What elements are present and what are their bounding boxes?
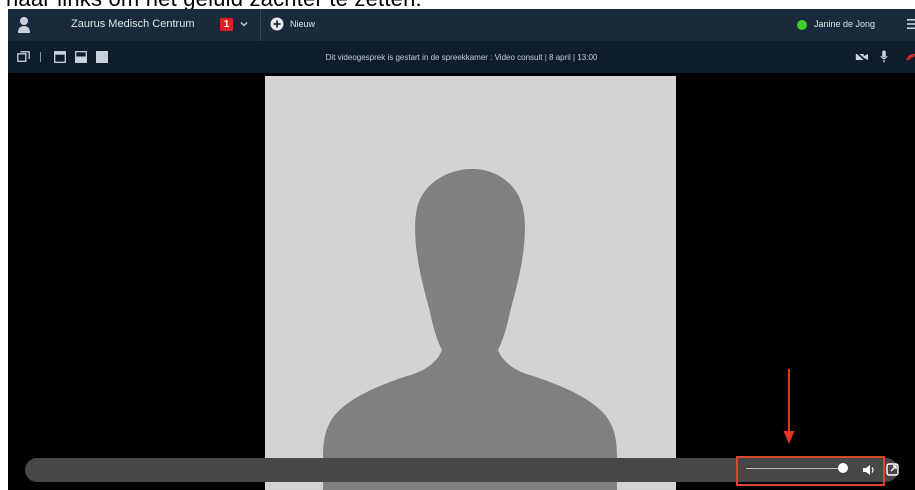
top-navigation-bar: Zaurus Medisch Centrum 1 Nieuw Janine de…	[8, 9, 915, 41]
call-toolbar: Dit videogesprek is gestart in de spreek…	[8, 41, 915, 73]
volume-highlight-box	[736, 456, 885, 486]
plus-circle-icon[interactable]	[270, 17, 284, 31]
camera-off-icon[interactable]	[855, 51, 869, 63]
remote-video-feed	[265, 76, 676, 490]
call-status-notice: Dit videogesprek is gestart in de spreek…	[325, 53, 598, 62]
video-consult-app: Zaurus Medisch Centrum 1 Nieuw Janine de…	[8, 9, 915, 490]
divider	[260, 9, 261, 41]
clinic-name[interactable]: Zaurus Medisch Centrum	[71, 18, 195, 30]
new-button[interactable]: Nieuw	[290, 19, 315, 29]
online-status-indicator	[797, 20, 807, 30]
chevron-down-icon[interactable]	[239, 19, 249, 29]
person-silhouette	[323, 169, 617, 490]
popout-window-icon[interactable]	[886, 463, 899, 476]
microphone-icon[interactable]	[880, 50, 888, 63]
hang-up-icon[interactable]	[905, 52, 915, 62]
hamburger-menu-icon[interactable]	[907, 18, 915, 30]
person-icon[interactable]	[17, 16, 31, 34]
user-name[interactable]: Janine de Jong	[814, 19, 875, 29]
notification-badge[interactable]: 1	[220, 18, 233, 31]
arrow-down-icon	[783, 369, 795, 444]
